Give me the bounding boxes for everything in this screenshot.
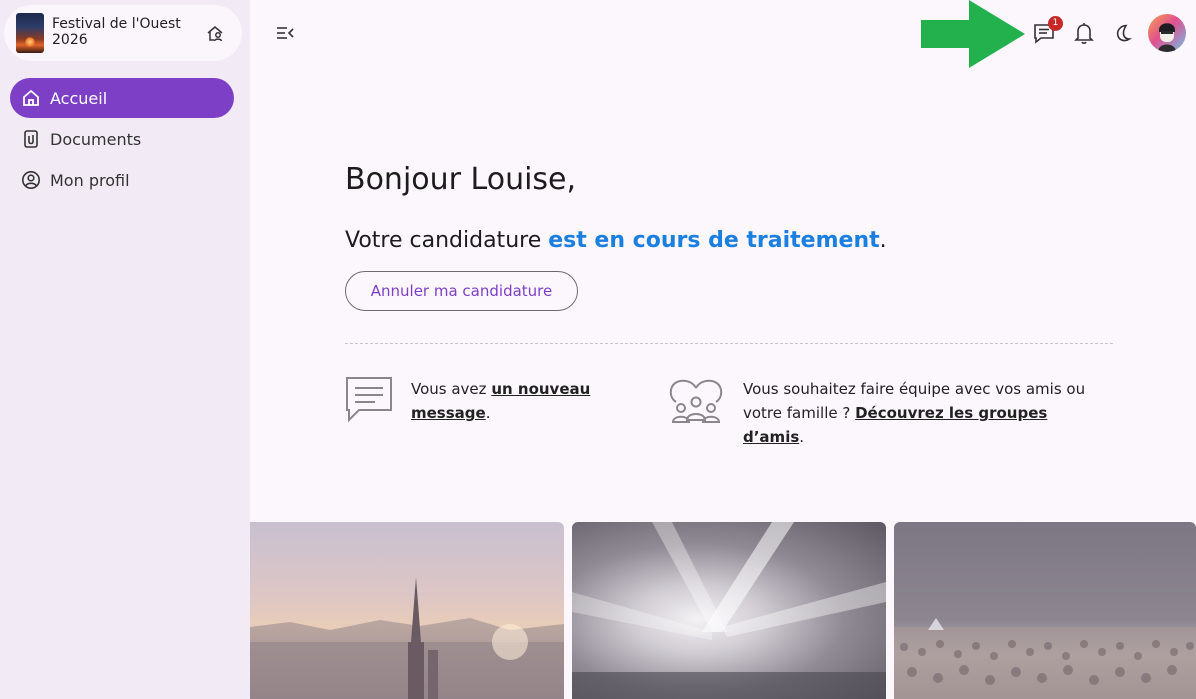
greeting: Bonjour Louise, — [345, 162, 577, 197]
messages-badge: 1 — [1048, 16, 1063, 31]
sidebar: Festival de l'Ouest 2026 Accueil Documen… — [0, 0, 250, 699]
dark-mode-icon[interactable] — [1111, 20, 1137, 46]
documents-icon — [20, 128, 42, 150]
avatar[interactable] — [1148, 14, 1186, 52]
city-photo — [250, 522, 564, 699]
sidebar-item-documents[interactable]: Documents — [10, 119, 234, 159]
green-arrow-annotation — [921, 0, 1025, 68]
festival-logo — [16, 13, 44, 53]
sidebar-item-label: Mon profil — [50, 170, 130, 190]
divider — [345, 343, 1113, 344]
friends-group-icon — [669, 379, 723, 423]
organization-name: Festival de l'Ouest 2026 — [52, 16, 181, 48]
cancel-application-button[interactable]: Annuler ma candidature — [345, 271, 578, 311]
concert-stage-photo — [572, 522, 886, 699]
sidebar-item-accueil[interactable]: Accueil — [10, 78, 234, 118]
status-highlight: est en cours de traitement — [548, 228, 880, 253]
messages-icon[interactable]: 1 — [1031, 16, 1063, 46]
bell-icon[interactable] — [1071, 20, 1097, 46]
new-message-info: Vous avez un nouveau message. — [411, 380, 591, 422]
status-prefix: Votre candidature — [345, 228, 549, 253]
application-status: Votre candidature est en cours de traite… — [345, 228, 887, 253]
main-content: 1 Bonjour Louise, Votre candidature est … — [250, 0, 1196, 699]
organization-card[interactable]: Festival de l'Ouest 2026 — [4, 5, 242, 61]
profile-icon — [20, 169, 42, 191]
friends-groups-info: Vous souhaitez faire équipe avec vos ami… — [743, 380, 1086, 446]
sidebar-item-mon-profil[interactable]: Mon profil — [10, 160, 234, 200]
status-suffix: . — [879, 228, 887, 253]
sidebar-item-label: Accueil — [50, 88, 108, 108]
home-icon — [20, 87, 42, 109]
crowd-photo — [894, 522, 1196, 699]
sidebar-item-label: Documents — [50, 129, 142, 149]
message-icon — [346, 377, 392, 423]
menu-collapse-icon[interactable] — [274, 22, 296, 44]
switch-organization-icon[interactable] — [204, 23, 226, 45]
